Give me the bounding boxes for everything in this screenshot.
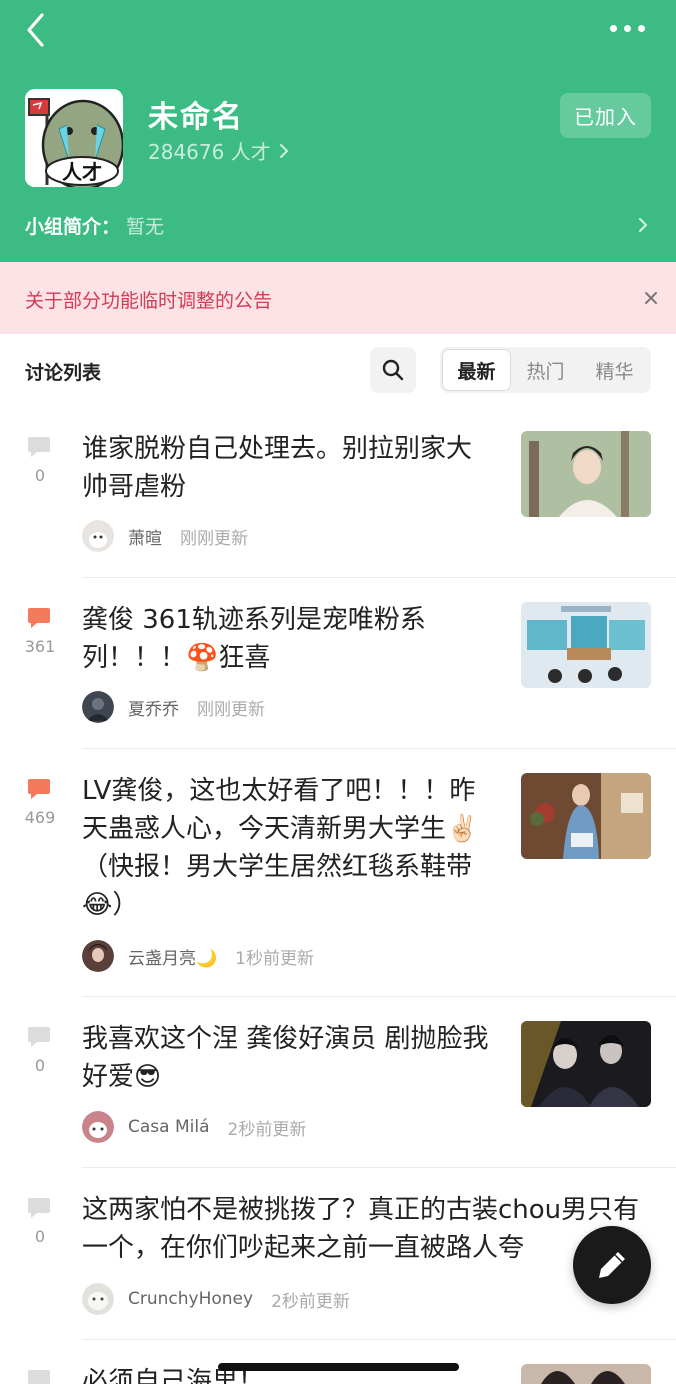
search-button[interactable] (370, 347, 416, 393)
comment-count: 361 (24, 637, 56, 656)
chevron-right-icon[interactable] (638, 217, 648, 233)
group-avatar-image: 人才 (25, 89, 123, 187)
post-title[interactable]: 谁家脱粉自己处理去。别拉别家大帅哥虐粉 (82, 430, 494, 506)
update-time: 刚刚更新 (180, 528, 248, 549)
avatar[interactable] (82, 1111, 114, 1143)
author-name[interactable]: 萧暄 (128, 524, 162, 549)
speech-bubble-icon (28, 779, 50, 799)
update-time: 2秒前更新 (227, 1119, 307, 1140)
avatar[interactable] (82, 940, 114, 972)
comment-count: 0 (34, 1056, 46, 1075)
divider (82, 748, 676, 749)
tab-hot[interactable]: 热门 (511, 349, 580, 391)
post-title[interactable]: 这两家怕不是被挑拨了？真正的古装chou男只有一个，在你们吵起来之前一直被路人夸 (82, 1191, 642, 1267)
divider (82, 577, 676, 578)
speech-bubble-icon (28, 1198, 50, 1218)
post-thumbnail[interactable] (521, 431, 651, 517)
update-time: 刚刚更新 (197, 699, 265, 720)
member-count-link[interactable]: 284676 人才 (148, 136, 289, 165)
post-meta: 夏乔乔 刚刚更新 (82, 691, 265, 723)
group-intro[interactable]: 小组简介： 暂无 (25, 212, 164, 239)
post-meta: Casa Milá 2秒前更新 (82, 1111, 306, 1143)
tab-latest[interactable]: 最新 (442, 349, 512, 391)
post-meta: CrunchyHoney 2秒前更新 (82, 1283, 350, 1315)
intro-value: 暂无 (126, 216, 165, 238)
back-arrow-icon (27, 13, 44, 47)
post-title[interactable]: 我喜欢这个涅 龚俊好演员 剧抛脸我好爱😎 (82, 1020, 494, 1096)
compose-button[interactable] (573, 1226, 651, 1304)
speech-bubble-icon (28, 608, 50, 628)
author-name[interactable]: Casa Milá (128, 1117, 210, 1137)
post-title[interactable]: LV龚俊，这也太好看了吧！！！昨天蛊惑人心，今天清新男大学生✌🏻（快报！男大学生… (82, 772, 494, 924)
member-count: 284676 人才 (148, 140, 271, 164)
update-time: 1秒前更新 (235, 948, 314, 969)
post-thumbnail[interactable] (521, 1364, 651, 1384)
tab-featured[interactable]: 精华 (580, 349, 649, 391)
avatar[interactable] (82, 520, 114, 552)
post-thumbnail[interactable] (521, 773, 651, 859)
post-thumbnail[interactable] (521, 1021, 651, 1107)
back-button[interactable] (22, 10, 62, 50)
section-title: 讨论列表 (25, 362, 102, 384)
search-icon (382, 359, 404, 381)
speech-bubble-icon (28, 1370, 50, 1384)
post-thumbnail[interactable] (521, 602, 651, 688)
divider (82, 1167, 676, 1168)
avatar[interactable] (82, 691, 114, 723)
update-time: 2秒前更新 (271, 1291, 350, 1312)
comment-count: 0 (34, 1227, 46, 1246)
more-button[interactable] (606, 18, 650, 38)
comment-count: 469 (24, 808, 56, 827)
announcement-text: 关于部分功能临时调整的公告 (25, 290, 273, 312)
post-meta: 云盏月亮🌙 1秒前更新 (82, 940, 314, 972)
speech-bubble-icon (28, 437, 50, 457)
chevron-right-icon (279, 143, 288, 158)
divider (82, 1339, 676, 1340)
more-icon (610, 25, 617, 32)
comment-count: 0 (34, 466, 46, 485)
author-name[interactable]: 云盏月亮🌙 (128, 944, 217, 969)
post-title[interactable]: 龚俊 361轨迹系列是宠唯粉系列！！！🍄狂喜 (82, 601, 494, 677)
author-name[interactable]: 夏乔乔 (128, 695, 179, 720)
post-meta: 萧暄 刚刚更新 (82, 520, 248, 552)
pen-icon (599, 1252, 625, 1278)
home-indicator (218, 1363, 459, 1371)
speech-bubble-icon (28, 1027, 50, 1047)
sort-tabs: 最新 热门 精华 (440, 347, 651, 393)
group-header: 人才 未命名 284676 人才 已加入 小组简介： 暂无 (0, 0, 676, 262)
announcement-banner[interactable]: 关于部分功能临时调整的公告 (0, 262, 676, 334)
avatar[interactable] (82, 1283, 114, 1315)
group-name: 未命名 (148, 100, 244, 135)
divider (82, 996, 676, 997)
svg-text:人才: 人才 (62, 160, 102, 184)
author-name[interactable]: CrunchyHoney (128, 1289, 253, 1309)
close-icon[interactable] (643, 290, 659, 306)
joined-button[interactable]: 已加入 (560, 93, 651, 138)
group-avatar[interactable]: 人才 (25, 89, 123, 187)
intro-label: 小组简介： (25, 216, 121, 238)
